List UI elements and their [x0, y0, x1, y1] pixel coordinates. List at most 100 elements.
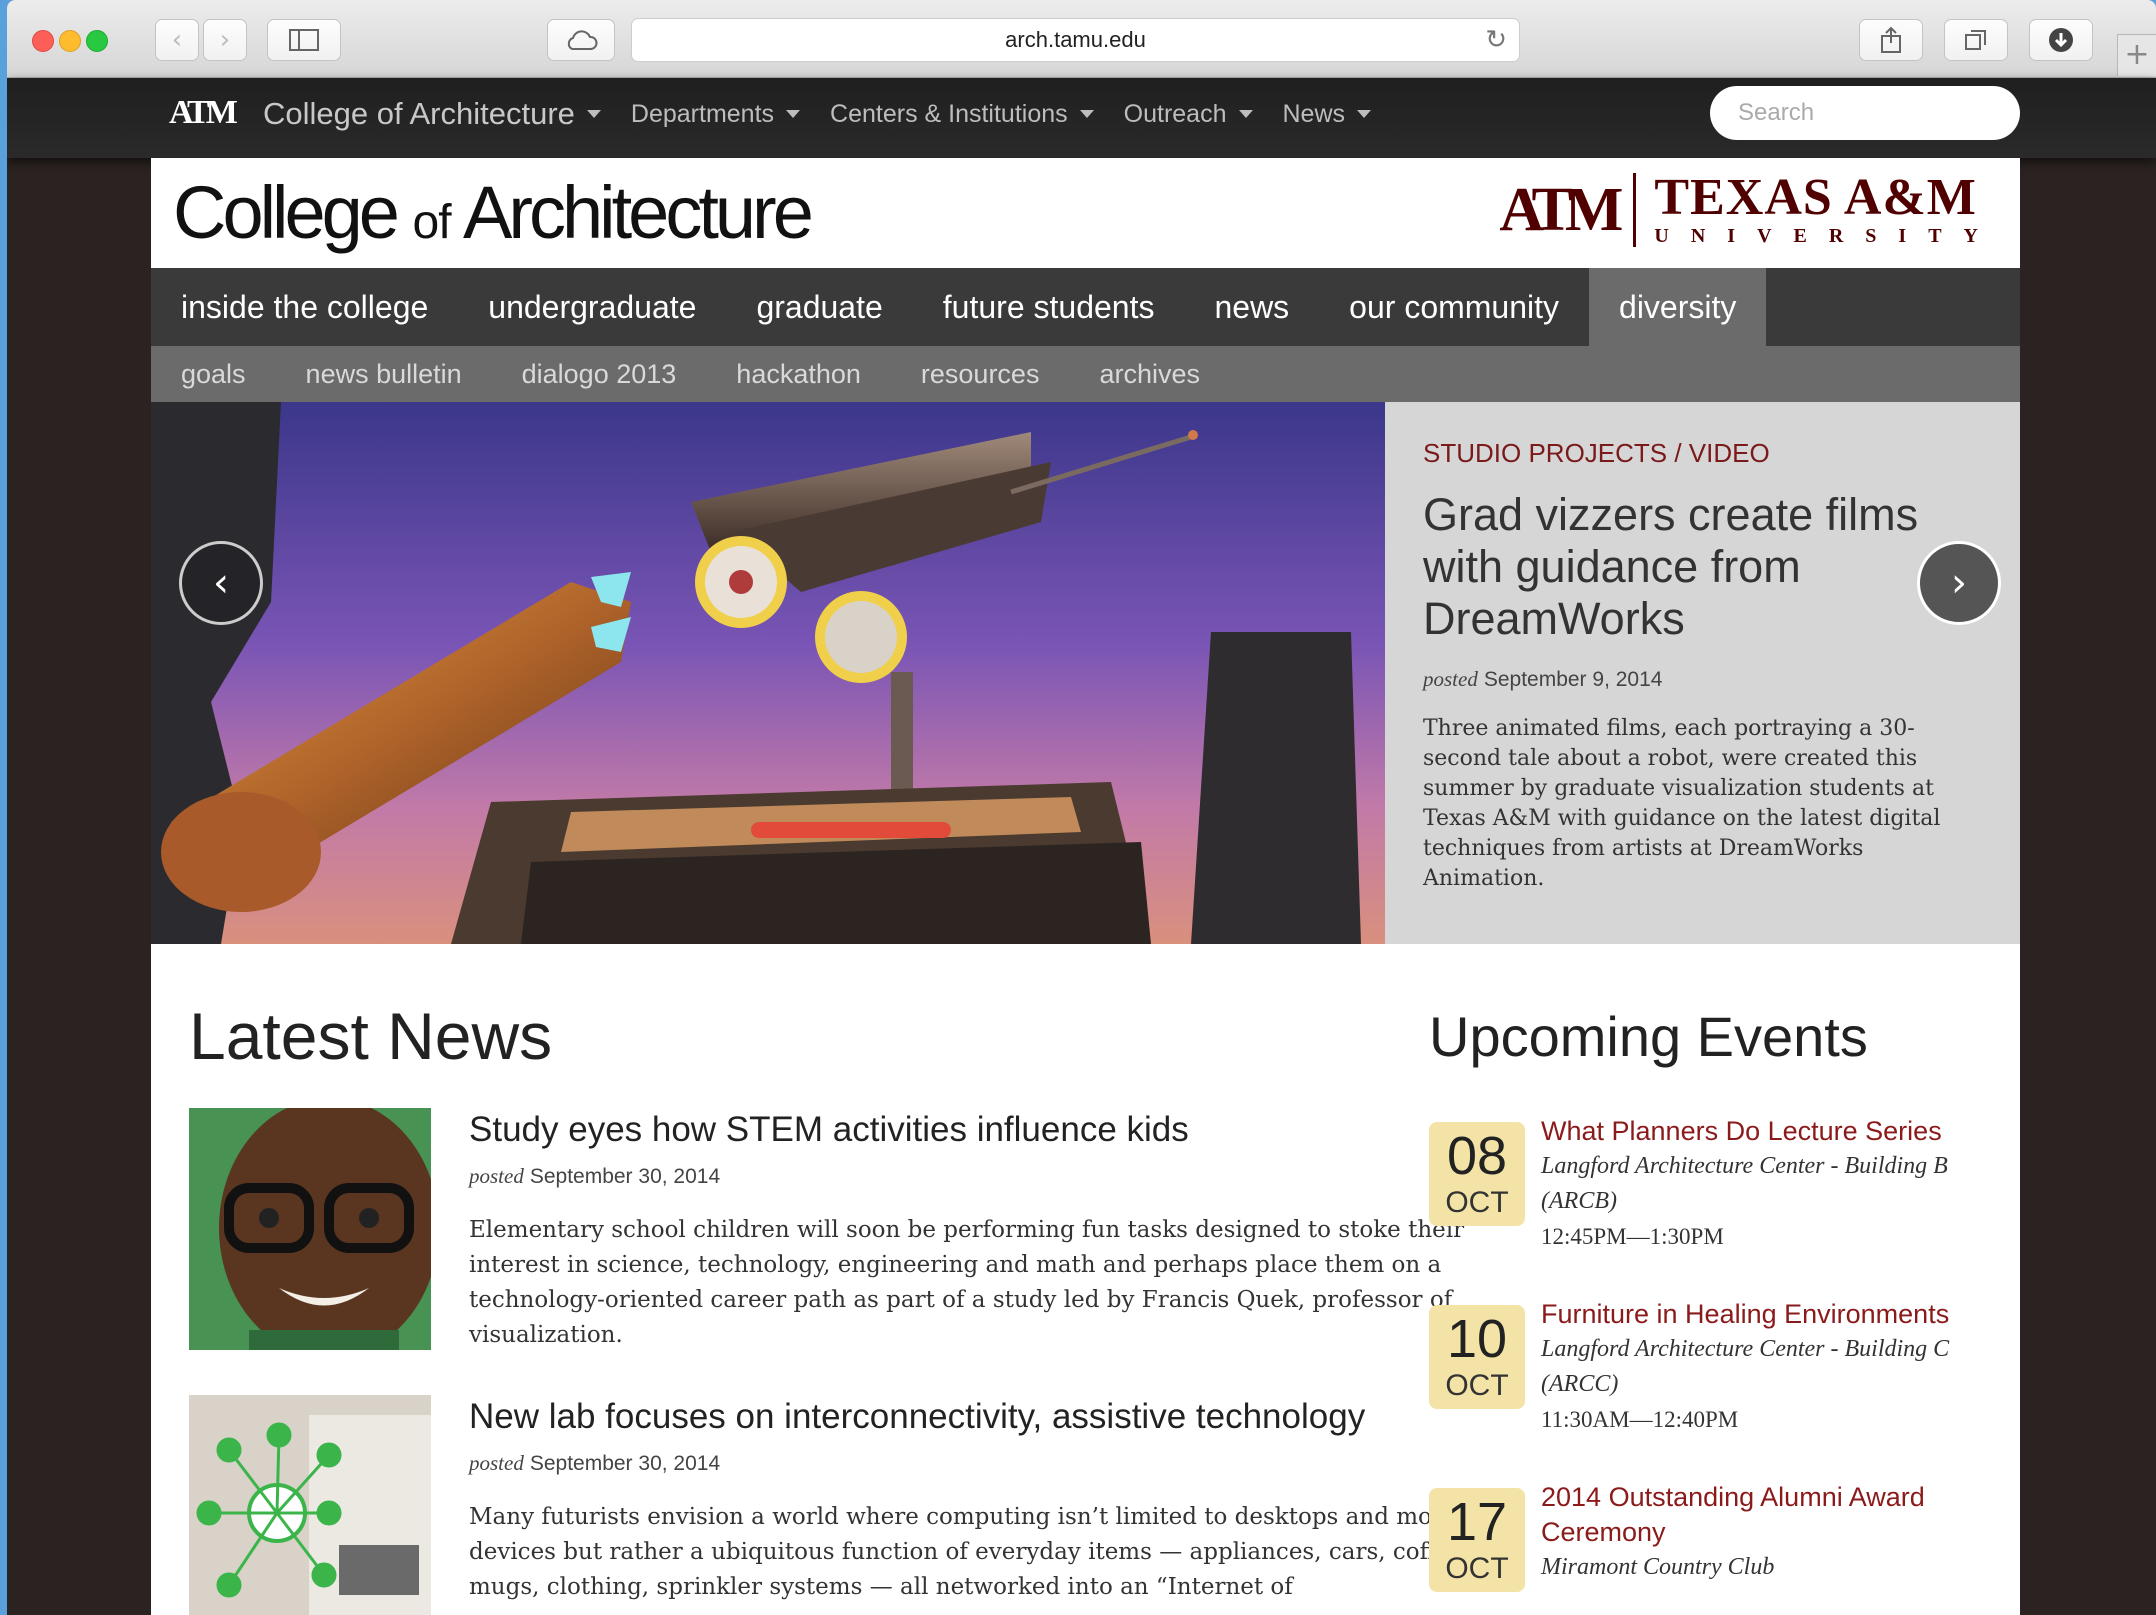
posted-label: posted	[469, 1164, 524, 1188]
posted-label: posted	[1423, 667, 1478, 691]
event-title[interactable]: 2014 Outstanding Alumni Award Ceremony	[1541, 1480, 2001, 1550]
story-body: New lab focuses on interconnectivity, as…	[469, 1395, 1529, 1605]
address-bar[interactable]: arch.tamu.edu ↻	[631, 18, 1520, 62]
story-title[interactable]: Study eyes how STEM activities influence…	[469, 1108, 1529, 1152]
story-posted: posted September 30, 2014	[469, 1451, 1529, 1476]
event-body: 2014 Outstanding Alumni Award Ceremony M…	[1541, 1480, 2001, 1585]
top-navigation: College of Architecture Departments Cent…	[263, 78, 1372, 150]
subnav-resources[interactable]: resources	[891, 346, 1070, 402]
posted-date: September 30, 2014	[529, 1452, 721, 1475]
close-window-button[interactable]	[32, 30, 54, 52]
subnav-hackathon[interactable]: hackathon	[706, 346, 891, 402]
topnav-college[interactable]: College of Architecture	[263, 96, 601, 132]
posted-label: posted	[469, 1451, 524, 1475]
back-button[interactable]: ‹	[155, 19, 199, 61]
college-title[interactable]: College of Architecture	[173, 170, 814, 255]
story-summary: Elementary school children will soon be …	[469, 1217, 1465, 1348]
site-header: College of Architecture ATM TEXAS A&M UN…	[151, 158, 2020, 268]
reload-icon[interactable]: ↻	[1485, 19, 1507, 61]
zoom-window-button[interactable]	[86, 30, 108, 52]
event-month: OCT	[1445, 1186, 1509, 1219]
event-location: Miramont Country Club	[1541, 1554, 1775, 1580]
caret-down-icon	[786, 110, 801, 118]
browser-toolbar: ‹ › arch.tamu.edu ↻ +	[7, 0, 2156, 78]
upcoming-events-heading: Upcoming Events	[1429, 1005, 1868, 1068]
hero-posted: posted September 9, 2014	[1423, 667, 1980, 692]
story-title[interactable]: New lab focuses on interconnectivity, as…	[469, 1395, 1529, 1439]
lab-photo	[189, 1395, 431, 1615]
nav-future-students[interactable]: future students	[913, 268, 1185, 346]
download-icon	[2049, 28, 2073, 52]
event-date-badge: 17 OCT	[1429, 1488, 1525, 1592]
caret-down-icon	[1357, 110, 1372, 118]
topnav-label: Outreach	[1123, 99, 1227, 128]
event-title[interactable]: Furniture in Healing Environments	[1541, 1297, 2001, 1332]
topnav-centers[interactable]: Centers & Institutions	[830, 100, 1094, 129]
robot-illustration	[151, 402, 1385, 944]
share-button[interactable]	[1859, 19, 1923, 61]
downloads-button[interactable]	[2029, 19, 2093, 61]
event-month: OCT	[1445, 1552, 1509, 1585]
event-title[interactable]: What Planners Do Lecture Series	[1541, 1114, 2001, 1149]
search-input[interactable]	[1710, 86, 2020, 140]
caret-down-icon	[586, 110, 601, 118]
event-body: What Planners Do Lecture Series Langford…	[1541, 1114, 2001, 1254]
story-thumbnail[interactable]	[189, 1395, 431, 1615]
topnav-label: College of Architecture	[263, 96, 575, 131]
subnav-news-bulletin[interactable]: news bulletin	[276, 346, 492, 402]
topnav-label: Departments	[630, 99, 775, 128]
subnav-dialogo-2013[interactable]: dialogo 2013	[492, 346, 707, 402]
icloud-tabs-button[interactable]	[547, 19, 615, 61]
nav-diversity[interactable]: diversity	[1589, 268, 1767, 346]
event-month: OCT	[1445, 1369, 1509, 1402]
tamu-logo-small[interactable]: ATM	[169, 94, 238, 132]
event-body: Furniture in Healing Environments Langfo…	[1541, 1297, 2001, 1437]
hero-image[interactable]: ‹	[151, 402, 1385, 944]
topnav-news[interactable]: News	[1283, 100, 1372, 129]
story-summary: Many futurists envision a world where co…	[469, 1504, 1475, 1600]
tabs-icon	[1965, 30, 1986, 50]
page-content: College of Architecture ATM TEXAS A&M UN…	[151, 158, 2020, 1615]
tamu-sub: UNIVERSITY	[1654, 225, 2000, 247]
child-photo	[189, 1108, 431, 1350]
subnav-goals[interactable]: goals	[151, 346, 276, 402]
nav-graduate[interactable]: graduate	[726, 268, 912, 346]
latest-news-heading: Latest News	[189, 999, 553, 1073]
subnav-archives[interactable]: archives	[1069, 346, 1230, 402]
nav-inside-the-college[interactable]: inside the college	[151, 268, 458, 346]
tamu-logo[interactable]: ATM TEXAS A&M UNIVERSITY	[1499, 172, 2000, 248]
event-day: 17	[1446, 1492, 1508, 1552]
tabs-overview-button[interactable]	[1944, 19, 2008, 61]
hero-carousel: ‹ STUDIO PROJECTS / VIDEO Grad vizzers c…	[151, 402, 2020, 944]
chevron-right-icon: ›	[219, 25, 231, 55]
sidebar-icon	[289, 29, 319, 51]
caret-down-icon	[1079, 110, 1094, 118]
carousel-next-button[interactable]: ›	[1917, 541, 2001, 625]
minimize-window-button[interactable]	[59, 30, 81, 52]
new-tab-button[interactable]: +	[2117, 34, 2156, 76]
cloud-icon	[567, 30, 598, 50]
topnav-outreach[interactable]: Outreach	[1124, 100, 1253, 129]
title-of: of	[412, 196, 452, 249]
topnav-departments[interactable]: Departments	[630, 99, 801, 129]
hero-category[interactable]: STUDIO PROJECTS / VIDEO	[1423, 438, 1980, 469]
tamu-wordmark: TEXAS A&M UNIVERSITY	[1654, 172, 2000, 248]
posted-date: September 30, 2014	[529, 1165, 721, 1188]
event-day: 10	[1446, 1309, 1508, 1369]
event-date-badge: 08 OCT	[1429, 1122, 1525, 1226]
chevron-left-icon: ‹	[213, 560, 229, 606]
story-thumbnail[interactable]	[189, 1108, 431, 1350]
nav-our-community[interactable]: our community	[1319, 268, 1589, 346]
title-college: College	[173, 171, 400, 254]
hero-summary: Three animated films, each portraying a …	[1423, 716, 1941, 891]
hero-caption: STUDIO PROJECTS / VIDEO Grad vizzers cre…	[1385, 402, 2020, 944]
logo-divider	[1633, 173, 1637, 247]
sidebar-button[interactable]	[267, 19, 341, 61]
hero-title[interactable]: Grad vizzers create films with guidance …	[1423, 489, 1980, 645]
event-date-badge: 10 OCT	[1429, 1305, 1525, 1409]
forward-button[interactable]: ›	[203, 19, 247, 61]
topnav-label: News	[1282, 99, 1346, 128]
carousel-prev-button[interactable]: ‹	[179, 541, 263, 625]
nav-undergraduate[interactable]: undergraduate	[458, 268, 726, 346]
nav-news[interactable]: news	[1184, 268, 1319, 346]
